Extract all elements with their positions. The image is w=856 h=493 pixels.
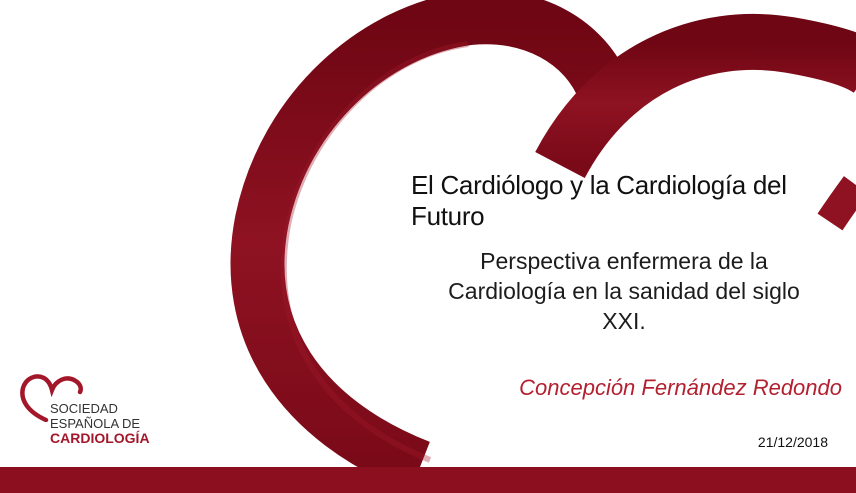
author-name: Concepción Fernández Redondo bbox=[519, 375, 842, 400]
presentation-date: 21/12/2018 bbox=[757, 434, 828, 450]
subtitle-line: Cardiología en la sanidad del siglo bbox=[448, 278, 800, 304]
slide-title: El Cardiólogo y la Cardiología del Futur… bbox=[411, 170, 787, 231]
logo-text-line: SOCIEDAD bbox=[50, 401, 118, 416]
logo-text-line: ESPAÑOLA DE bbox=[50, 416, 141, 431]
subtitle-line: XXI. bbox=[602, 308, 646, 334]
presentation-slide: El Cardiólogo y la Cardiología del Futur… bbox=[0, 0, 856, 493]
subtitle-line: Perspectiva enfermera de la bbox=[480, 248, 768, 274]
slide-subtitle: Perspectiva enfermera de la Cardiología … bbox=[420, 246, 828, 336]
sec-logo: SOCIEDAD ESPAÑOLA DE CARDIOLOGÍA bbox=[16, 372, 176, 452]
bottom-red-bar bbox=[0, 467, 856, 493]
logo-text-line-bold: CARDIOLOGÍA bbox=[50, 430, 150, 446]
